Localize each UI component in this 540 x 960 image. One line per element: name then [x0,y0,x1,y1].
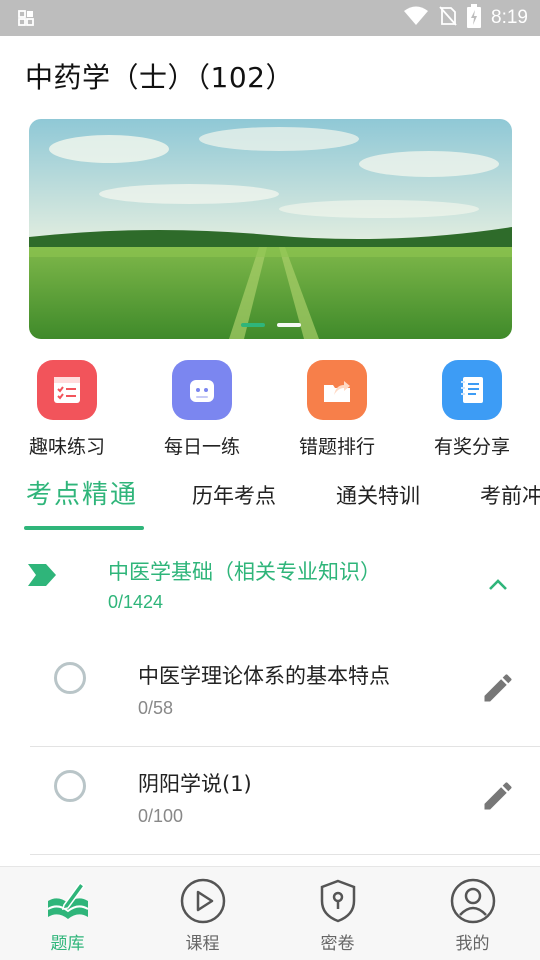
banner-image [29,119,512,339]
page-title: 中药学（士）（102） [25,61,294,94]
section-progress: 0/100 [138,806,184,826]
nav-label: 密卷 [320,934,355,954]
chapter-tag-icon [28,564,56,590]
list-item[interactable]: 阴阳学说(1) 0/100 [30,748,540,856]
nav-question-bank[interactable]: 题库 [0,867,135,960]
status-bar: 8:19 [0,0,540,36]
notebook-icon [442,360,502,420]
chapter-title: 中医学基础（相关专业知识） [108,560,381,584]
edit-pencil-icon[interactable] [480,778,516,818]
nav-label: 题库 [50,934,85,954]
nav-profile[interactable]: 我的 [405,867,540,960]
quick-action-label: 每日一练 [163,436,240,458]
progress-circle-icon [54,770,86,802]
battery-charging-icon [467,4,482,32]
book-pen-icon [44,877,92,925]
bottom-nav: 题库 课程 密卷 我的 [0,866,540,960]
no-sim-icon [439,6,457,30]
divider [30,854,540,855]
section-title: 阴阳学说(1) [138,772,252,796]
section-title: 中医学理论体系的基本特点 [138,664,390,688]
shield-keyhole-icon [314,877,362,925]
carousel-indicator [29,323,512,327]
section-progress: 0/58 [138,698,174,718]
gallery-icon [18,10,34,30]
quick-action-daily-practice[interactable]: 每日一练 [152,360,252,459]
quick-action-mistake-ranking[interactable]: 错题排行 [287,360,387,459]
quick-action-label: 有奖分享 [433,436,510,458]
divider [30,746,540,747]
folder-share-icon [307,360,367,420]
quick-action-label: 错题排行 [298,436,375,458]
tab-pre-exam[interactable]: 考前冲 [480,480,540,510]
tab-indicator [24,526,144,530]
list-item[interactable]: 中医学理论体系的基本特点 0/58 [30,640,540,748]
tab-bar: 考点精通 历年考点 通关特训 考前冲 [0,470,540,532]
quick-action-label: 趣味练习 [28,436,105,458]
tab-mastery[interactable]: 考点精通 [26,474,138,511]
chapter-header[interactable]: 中医学基础（相关专业知识） 0/1424 [0,548,540,628]
status-time: 8:19 [491,7,528,28]
wifi-icon [403,6,429,30]
checklist-icon [37,360,97,420]
nav-label: 我的 [455,934,490,954]
user-circle-icon [449,877,497,925]
robot-face-icon [172,360,232,420]
tab-past-points[interactable]: 历年考点 [192,480,276,510]
tab-special-training[interactable]: 通关特训 [336,480,420,510]
carousel-dot[interactable] [240,323,265,327]
nav-secret-papers[interactable]: 密卷 [270,867,405,960]
play-circle-icon [179,877,227,925]
banner-carousel[interactable] [29,119,512,339]
quick-actions: 趣味练习 每日一练 错题排行 有奖分享 [0,360,540,460]
quick-action-reward-share[interactable]: 有奖分享 [422,360,522,459]
chapter-progress: 0/1424 [108,592,164,612]
nav-courses[interactable]: 课程 [135,867,270,960]
edit-pencil-icon[interactable] [480,670,516,710]
nav-label: 课程 [185,934,220,954]
progress-circle-icon [54,662,86,694]
quick-action-fun-practice[interactable]: 趣味练习 [17,360,117,459]
carousel-dot[interactable] [276,323,301,327]
chevron-up-icon[interactable] [488,576,508,595]
